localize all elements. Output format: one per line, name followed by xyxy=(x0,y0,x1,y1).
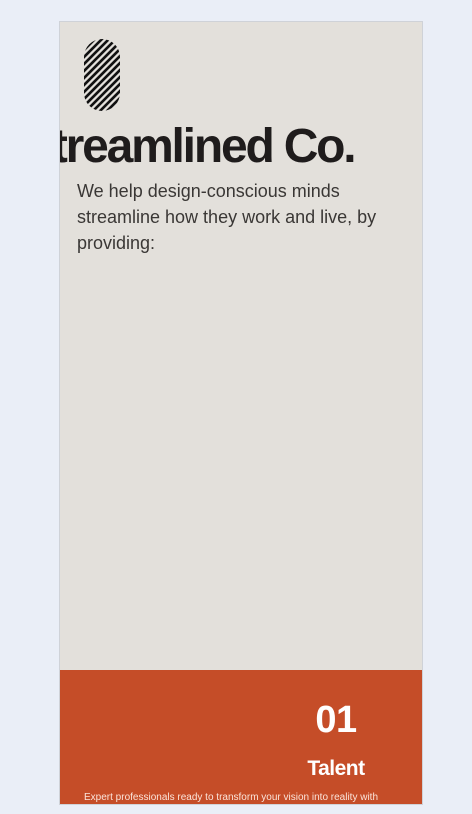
brand-title: Streamlined Co. xyxy=(60,120,357,173)
striped-s-logo-icon xyxy=(84,39,120,111)
service-description: Expert professionals ready to transform … xyxy=(84,792,379,803)
service-title: Talent xyxy=(307,757,365,780)
service-card-talent[interactable]: 01 Talent Expert professionals ready to … xyxy=(60,670,422,804)
page-panel: Streamlined Co. We help design-conscious… xyxy=(59,21,423,805)
tagline: We help design-conscious minds streamlin… xyxy=(77,181,377,253)
service-number: 01 xyxy=(315,699,357,741)
